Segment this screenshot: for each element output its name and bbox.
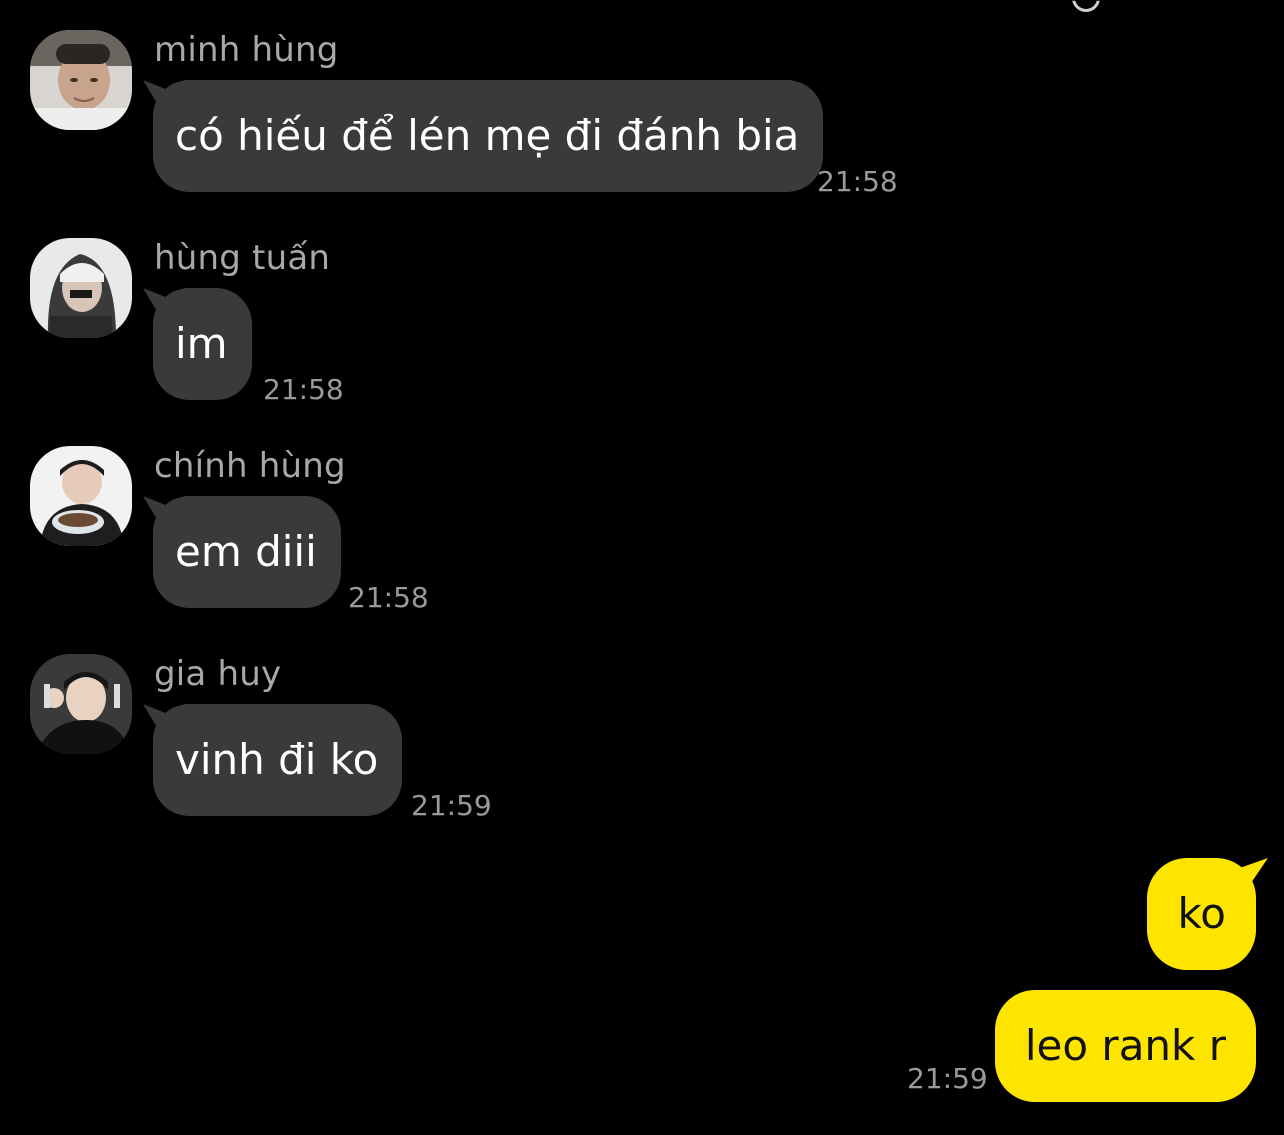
- chat-screen: minh hùng có hiếu để lén mẹ đi đánh bia …: [0, 0, 1284, 1135]
- message-text: im: [175, 319, 228, 368]
- sender-name: minh hùng: [154, 30, 339, 70]
- message-time: 21:58: [348, 581, 429, 614]
- sender-name: hùng tuấn: [154, 238, 331, 278]
- bubble-tail: [143, 288, 173, 318]
- bubble-tail: [143, 704, 173, 734]
- outgoing-message-bubble[interactable]: leo rank r: [994, 990, 1256, 1102]
- sender-name: gia huy: [154, 654, 282, 694]
- message-text: vinh đi ko: [175, 735, 379, 784]
- sender-name: chính hùng: [154, 446, 346, 486]
- search-icon[interactable]: [1072, 0, 1100, 12]
- message-bubble[interactable]: vinh đi ko: [143, 704, 403, 816]
- message-bubble[interactable]: im: [143, 288, 252, 400]
- message-bubble[interactable]: có hiếu để lén mẹ đi đánh bia: [143, 80, 824, 192]
- message-time: 21:58: [817, 165, 898, 198]
- message-time: 21:58: [263, 373, 344, 406]
- avatar[interactable]: [30, 446, 132, 546]
- message-text: em diii: [175, 527, 317, 576]
- bubble-tail: [143, 80, 173, 110]
- outgoing-message-bubble[interactable]: ko: [1147, 858, 1268, 970]
- message-text: ko: [1177, 889, 1226, 938]
- avatar[interactable]: [30, 30, 132, 130]
- message-text: leo rank r: [1024, 1021, 1226, 1070]
- message-time: 21:59: [411, 789, 492, 822]
- bubble-tail: [1234, 858, 1268, 888]
- avatar[interactable]: [30, 654, 132, 754]
- bubble-tail: [143, 496, 173, 526]
- message-text: có hiếu để lén mẹ đi đánh bia: [175, 111, 800, 160]
- avatar[interactable]: [30, 238, 132, 338]
- message-time: 21:59: [907, 1062, 988, 1095]
- message-bubble[interactable]: em diii: [143, 496, 341, 608]
